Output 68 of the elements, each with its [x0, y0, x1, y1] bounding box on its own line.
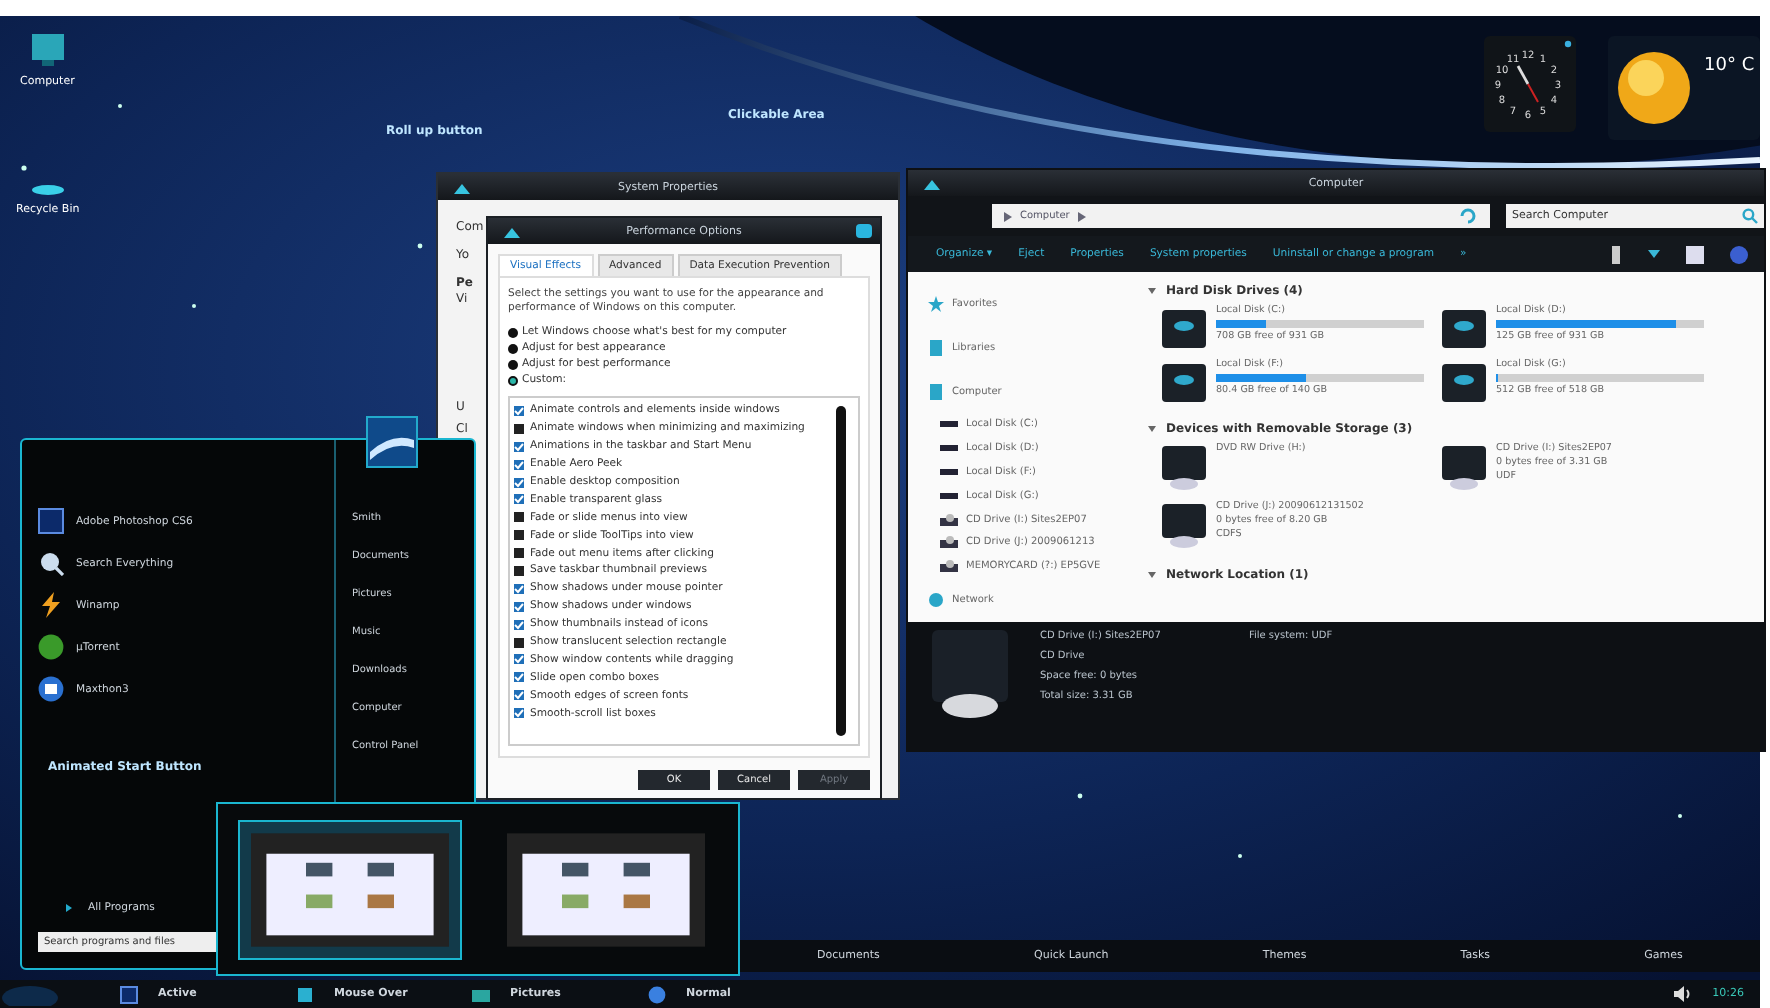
bolt-icon — [38, 592, 64, 618]
checkbox[interactable] — [514, 583, 524, 594]
checkbox[interactable] — [514, 530, 524, 541]
window-icon — [38, 676, 64, 702]
drive-icon — [1160, 360, 1208, 404]
radio-button[interactable] — [508, 327, 518, 337]
checkbox[interactable] — [514, 405, 524, 416]
checkbox[interactable] — [514, 601, 524, 612]
start-orb-icon[interactable] — [0, 982, 60, 1006]
checkbox[interactable] — [514, 459, 524, 470]
help-icon[interactable] — [1730, 245, 1748, 263]
roll-up-icon[interactable] — [454, 181, 470, 193]
star-icon — [928, 295, 944, 312]
chevron-icon — [1077, 211, 1086, 221]
collapse-caret-icon[interactable] — [1148, 425, 1156, 431]
refresh-icon[interactable] — [1460, 208, 1478, 224]
checkbox[interactable] — [514, 672, 524, 683]
checkbox[interactable] — [514, 654, 524, 665]
drive-icon — [1440, 306, 1488, 350]
roll-up-icon[interactable] — [504, 225, 520, 237]
caret-icon[interactable] — [1648, 250, 1660, 258]
magnifier-icon — [38, 550, 64, 576]
monitor-icon[interactable] — [29, 32, 66, 68]
collapse-caret-icon[interactable] — [1148, 571, 1156, 577]
disc-drive-icon — [1160, 444, 1208, 492]
search-icon[interactable] — [1742, 208, 1758, 224]
sun-icon — [1616, 50, 1692, 126]
roll-up-icon[interactable] — [924, 177, 940, 189]
scrollbar[interactable] — [836, 406, 846, 736]
recycle-bin-icon[interactable] — [29, 184, 66, 196]
drive-icon — [1440, 360, 1488, 404]
checkbox[interactable] — [514, 441, 524, 452]
checkbox[interactable] — [514, 494, 524, 505]
preview-pane-icon[interactable] — [1686, 245, 1704, 263]
circle-icon — [38, 634, 64, 660]
disc-drive-icon — [940, 513, 958, 526]
square-icon — [296, 985, 314, 1003]
checkbox[interactable] — [514, 423, 524, 434]
library-icon — [928, 339, 944, 356]
radio-button[interactable] — [508, 359, 518, 369]
radio-button[interactable] — [508, 375, 518, 385]
arrow-icon — [66, 904, 72, 912]
collapse-caret-icon[interactable] — [1148, 287, 1156, 293]
checkbox[interactable] — [514, 619, 524, 630]
checkbox[interactable] — [514, 565, 524, 576]
checkbox[interactable] — [514, 512, 524, 523]
drive-icon — [1160, 306, 1208, 350]
chevron-icon — [1004, 211, 1012, 221]
card-reader-icon — [940, 560, 958, 573]
close-button[interactable] — [856, 224, 872, 238]
folder-icon — [472, 985, 490, 1003]
tile-icon — [120, 985, 138, 1003]
checkbox[interactable] — [514, 690, 524, 701]
radio-button[interactable] — [508, 343, 518, 353]
temperature-label: 10° C — [1704, 56, 1755, 76]
disc-drive-icon — [928, 630, 1012, 722]
checkbox[interactable] — [514, 708, 524, 719]
speaker-icon[interactable] — [1674, 986, 1693, 1002]
computer-icon — [928, 383, 944, 400]
disc-drive-icon — [940, 536, 958, 549]
disc-drive-icon — [1440, 444, 1488, 492]
view-icon[interactable] — [1610, 245, 1622, 263]
checkbox[interactable] — [514, 477, 524, 487]
checkbox[interactable] — [514, 548, 524, 559]
checkbox[interactable] — [514, 637, 524, 648]
disc-drive-icon — [1160, 502, 1208, 550]
window-thumbnail[interactable] — [238, 820, 462, 960]
tile-icon — [38, 508, 64, 534]
